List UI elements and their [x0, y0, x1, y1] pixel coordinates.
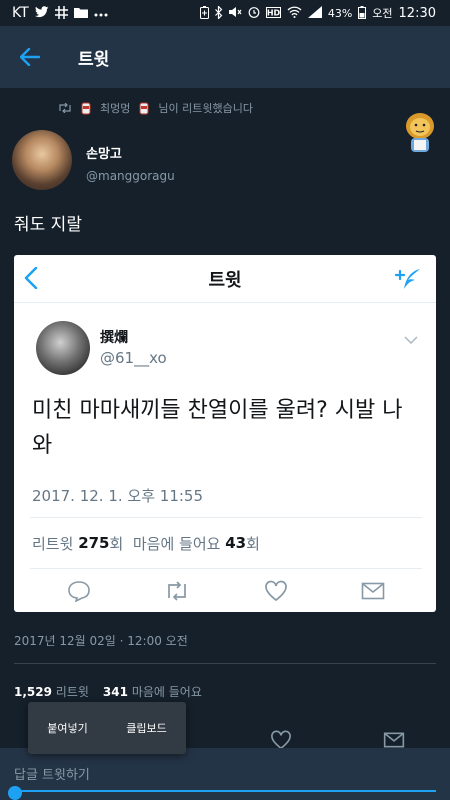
clock-ampm: 오전 [372, 7, 393, 20]
svg-text:HD: HD [267, 8, 281, 17]
bluetooth-icon [214, 4, 223, 21]
lion-mascot-icon [400, 110, 440, 156]
retweet-count: 1,529 [14, 685, 52, 699]
quoted-bar-title: 트윗 [208, 269, 242, 291]
quoted-back-icon [24, 266, 38, 293]
quoted-tweet-stats: 리트윗 275 회 마음에 들어요 43 회 [30, 517, 422, 569]
quoted-tweet-image[interactable]: 트윗 撰爛 @61__xo 미친 마마새끼들 찬열이를 울려? 시발 나와 20… [14, 255, 436, 612]
retweeted-by-line[interactable]: 최멍멍 님이 리트윗했습니다 [58, 100, 253, 116]
bomb-icon [81, 102, 91, 115]
retweet-icon [59, 103, 71, 113]
author-name[interactable]: 손망고 [86, 143, 122, 162]
divider [14, 663, 436, 664]
tweet-date: 2017년 12월 02일 · 12:00 오전 [14, 634, 188, 648]
retweet-suffix: 님이 리트윗했습니다 [158, 102, 253, 115]
heart-icon [271, 730, 291, 750]
page-title: 트윗 [78, 49, 110, 70]
alarm-icon [248, 6, 260, 20]
quoted-like-unit: 회 [246, 534, 260, 553]
carrier-label: KT [12, 5, 29, 21]
paste-menu-item[interactable]: 붙여넣기 [43, 714, 91, 742]
text-context-menu: 붙여넣기 클립보드 [28, 702, 186, 754]
reply-input[interactable] [14, 760, 436, 792]
more-icon [94, 7, 108, 19]
mail-icon [361, 582, 385, 600]
text-cursor-handle[interactable] [8, 786, 22, 800]
app-bar: 트윗 [0, 26, 450, 88]
reply-composer [0, 748, 450, 800]
retweet-stat[interactable]: 1,529 리트윗 [14, 683, 89, 700]
quoted-like-count: 43 [225, 534, 247, 552]
author-avatar[interactable] [12, 130, 72, 190]
author-handle[interactable]: @manggoragu [86, 169, 175, 183]
clock-time: 12:30 [398, 5, 436, 21]
tweet-stats: 1,529 리트윗 341 마음에 들어요 [14, 683, 202, 700]
tweet-text: 줘도 지랄 [14, 215, 82, 235]
quoted-author-handle: @61__xo [100, 349, 167, 367]
mute-icon [228, 6, 242, 20]
quoted-rt-count: 275 [78, 534, 110, 552]
like-stat-label: 마음에 들어요 [131, 685, 202, 699]
quoted-like-label: 마음에 들어요 [132, 534, 221, 553]
quoted-author-name: 撰爛 [100, 330, 128, 346]
mail-icon [383, 732, 405, 748]
battery-percent: 43% [327, 6, 353, 20]
signal-icon [307, 6, 322, 20]
battery-saver-icon [199, 5, 209, 21]
quoted-rt-label: 리트윗 [32, 534, 74, 553]
retweet-stat-label: 리트윗 [55, 685, 89, 699]
retweeter-name: 최멍멍 [100, 102, 131, 115]
hd-icon: HD [265, 6, 281, 20]
chevron-down-icon [404, 329, 418, 348]
quoted-app-bar: 트윗 [14, 255, 436, 303]
battery-icon [358, 5, 367, 21]
back-arrow-icon [20, 48, 40, 66]
retweet-icon [168, 581, 187, 601]
heart-icon [264, 580, 287, 602]
quoted-tweet-text: 미친 마마새끼들 찬열이를 울려? 시발 나와 [32, 398, 403, 458]
like-count: 341 [102, 685, 128, 699]
like-stat[interactable]: 341 마음에 들어요 [103, 683, 202, 700]
bomb-icon [139, 102, 149, 115]
wifi-icon [287, 6, 302, 20]
back-button[interactable] [0, 26, 60, 88]
quoted-tweet-date: 2017. 12. 1. 오후 11:55 [32, 487, 204, 505]
reply-icon [67, 581, 90, 602]
quoted-author-avatar [36, 321, 90, 375]
status-bar: KT HD 43% 오전 12:30 [0, 0, 450, 26]
clipboard-menu-item[interactable]: 클립보드 [122, 714, 170, 742]
grid-icon [54, 5, 68, 21]
folder-icon [73, 7, 88, 20]
twitter-icon [34, 6, 49, 20]
compose-feather-icon [394, 267, 422, 295]
quoted-rt-unit: 회 [109, 534, 124, 553]
quoted-action-row [30, 573, 422, 609]
